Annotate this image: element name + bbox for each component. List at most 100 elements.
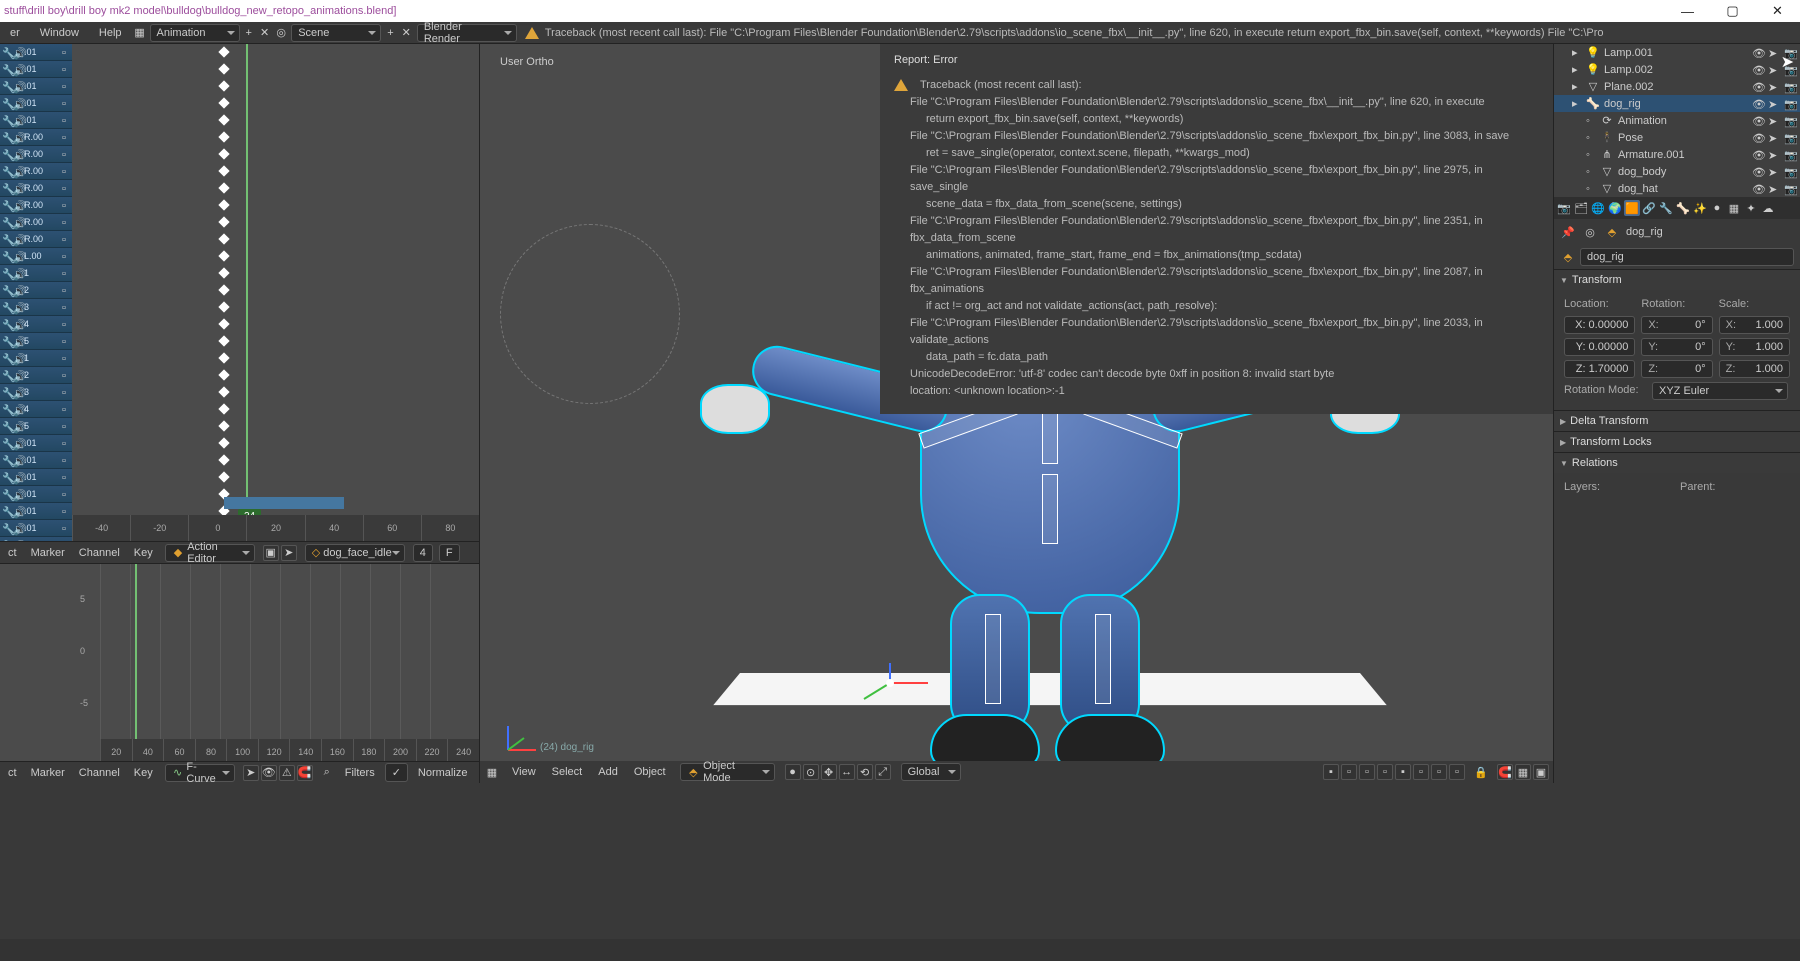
visible-icon[interactable]: 👁 bbox=[1752, 132, 1764, 144]
expand-icon[interactable]: ◦ bbox=[1586, 183, 1596, 195]
dopesheet-timeline-ruler[interactable]: -40-20020406080 bbox=[72, 515, 479, 541]
lock-camera-icon[interactable]: 🔒 bbox=[1473, 764, 1489, 780]
channel-row[interactable]: 🔧🔊.01▫ bbox=[0, 537, 72, 541]
mute-icon[interactable]: ▫ bbox=[62, 81, 72, 91]
graph-menu-key[interactable]: Key bbox=[130, 767, 157, 779]
mute-icon[interactable]: ▫ bbox=[62, 455, 72, 465]
panel-relations[interactable]: Relations bbox=[1554, 453, 1800, 473]
viewport-3d[interactable]: User Ortho bbox=[480, 44, 1554, 783]
mute-icon[interactable]: ▫ bbox=[62, 98, 72, 108]
keyframe[interactable] bbox=[218, 369, 229, 380]
visible-icon[interactable]: 👁 bbox=[1752, 183, 1764, 195]
manip-rotate-icon[interactable]: ⟲ bbox=[857, 764, 873, 780]
menu-help[interactable]: Help bbox=[89, 22, 132, 44]
graph-sel-only[interactable]: ➤ bbox=[243, 765, 259, 781]
channel-row[interactable]: 🔧🔊R.00▫ bbox=[0, 163, 72, 180]
outliner-item-Lamp.002[interactable]: ▸💡Lamp.002👁➤📷 bbox=[1554, 61, 1800, 78]
outliner-item-dog_hat[interactable]: ◦▽dog_hat👁➤📷 bbox=[1554, 180, 1800, 197]
keyframe[interactable] bbox=[218, 318, 229, 329]
pin-icon[interactable]: 📌 bbox=[1560, 224, 1576, 240]
breadcrumb-name[interactable]: dog_rig bbox=[1626, 226, 1663, 238]
select-icon[interactable]: ➤ bbox=[1768, 64, 1780, 76]
rot-y[interactable]: Y:0° bbox=[1641, 338, 1712, 356]
screen-layout-dropdown[interactable]: Animation bbox=[150, 24, 240, 42]
mute-icon[interactable]: ▫ bbox=[62, 370, 72, 380]
channel-row[interactable]: 🔧🔊1▫ bbox=[0, 265, 72, 282]
mute-icon[interactable]: ▫ bbox=[62, 489, 72, 499]
manip-translate-icon[interactable]: ↔ bbox=[839, 764, 855, 780]
dopesheet-area[interactable]: 🔧🔊.01▫🔧🔊.01▫🔧🔊.01▫🔧🔊.01▫🔧🔊.01▫🔧🔊R.00▫🔧🔊R… bbox=[0, 44, 479, 541]
tab-scene[interactable]: 🌐 bbox=[1590, 200, 1606, 216]
mute-icon[interactable]: ▫ bbox=[62, 302, 72, 312]
tab-modifiers[interactable]: 🔧 bbox=[1658, 200, 1674, 216]
mute-icon[interactable]: ▫ bbox=[62, 64, 72, 74]
panel-delta-transform[interactable]: Delta Transform bbox=[1554, 411, 1800, 431]
vp-menu-select[interactable]: Select bbox=[548, 766, 587, 778]
tab-object[interactable]: 🟧 bbox=[1624, 200, 1640, 216]
transform-orient-dropdown[interactable]: Global bbox=[901, 763, 961, 781]
keyframe[interactable] bbox=[218, 420, 229, 431]
outliner[interactable]: ▸💡Lamp.001👁➤📷▸💡Lamp.002👁➤📷▸▽Plane.002👁➤📷… bbox=[1554, 44, 1800, 197]
channel-row[interactable]: 🔧🔊4▫ bbox=[0, 401, 72, 418]
vp-menu-add[interactable]: Add bbox=[594, 766, 622, 778]
channel-row[interactable]: 🔧🔊.01▫ bbox=[0, 452, 72, 469]
graph-hidden[interactable]: 👁 bbox=[261, 765, 277, 781]
mute-icon[interactable]: ▫ bbox=[62, 336, 72, 346]
keyframe[interactable] bbox=[218, 148, 229, 159]
channel-row[interactable]: 🔧🔊.01▫ bbox=[0, 435, 72, 452]
manip-scale-icon[interactable]: ⤢ bbox=[875, 764, 891, 780]
tab-world[interactable]: 🌍 bbox=[1607, 200, 1623, 216]
channel-row[interactable]: 🔧🔊R.00▫ bbox=[0, 197, 72, 214]
scene-dropdown[interactable]: Scene bbox=[291, 24, 381, 42]
channel-row[interactable]: 🔧🔊.01▫ bbox=[0, 486, 72, 503]
channel-row[interactable]: 🔧🔊3▫ bbox=[0, 384, 72, 401]
visible-icon[interactable]: 👁 bbox=[1752, 166, 1764, 178]
rot-x[interactable]: X:0° bbox=[1641, 316, 1712, 334]
expand-icon[interactable]: ▸ bbox=[1572, 80, 1582, 93]
keyframe[interactable] bbox=[218, 284, 229, 295]
outliner-item-dog_rig[interactable]: ▸🦴dog_rig👁➤📷 bbox=[1554, 95, 1800, 112]
tab-data[interactable]: 🦴 bbox=[1675, 200, 1691, 216]
keyframe[interactable] bbox=[218, 437, 229, 448]
channel-row[interactable]: 🔧🔊L.00▫ bbox=[0, 248, 72, 265]
mute-icon[interactable]: ▫ bbox=[62, 149, 72, 159]
keyframe[interactable] bbox=[218, 335, 229, 346]
channel-row[interactable]: 🔧🔊R.00▫ bbox=[0, 214, 72, 231]
rotation-mode-dropdown[interactable]: XYZ Euler bbox=[1652, 382, 1788, 400]
visible-icon[interactable]: 👁 bbox=[1752, 47, 1764, 59]
tab-physics[interactable]: ☁ bbox=[1760, 200, 1776, 216]
action-selector[interactable]: ◇ dog_face_idle bbox=[305, 544, 405, 562]
expand-icon[interactable]: ▸ bbox=[1572, 63, 1582, 76]
loc-x[interactable]: X: 0.00000 bbox=[1564, 316, 1635, 334]
timeline-footer[interactable] bbox=[0, 939, 1800, 961]
select-icon[interactable]: ➤ bbox=[1768, 166, 1780, 178]
keyframe[interactable] bbox=[218, 250, 229, 261]
channel-row[interactable]: 🔧🔊.01▫ bbox=[0, 112, 72, 129]
select-icon[interactable]: ➤ bbox=[1768, 81, 1780, 93]
channel-row[interactable]: 🔧🔊2▫ bbox=[0, 367, 72, 384]
vp-menu-view[interactable]: View bbox=[508, 766, 540, 778]
render-icon[interactable]: 📷 bbox=[1784, 149, 1796, 161]
channel-row[interactable]: 🔧🔊R.00▫ bbox=[0, 231, 72, 248]
select-icon[interactable]: ➤ bbox=[1768, 98, 1780, 110]
scl-y[interactable]: Y:1.000 bbox=[1719, 338, 1790, 356]
mute-icon[interactable]: ▫ bbox=[62, 523, 72, 533]
vp-menu-object[interactable]: Object bbox=[630, 766, 670, 778]
keyframe[interactable] bbox=[218, 471, 229, 482]
graph-editor-area[interactable]: 5 0 -5 24 204060801001201401601802002202… bbox=[0, 563, 479, 761]
mute-icon[interactable]: ▫ bbox=[62, 47, 72, 57]
tab-bone[interactable]: ✨ bbox=[1692, 200, 1708, 216]
render-border-icon[interactable]: ▣ bbox=[1533, 764, 1549, 780]
layout-del[interactable]: ✕ bbox=[256, 26, 273, 39]
graph-filter-icon[interactable]: ⌕ bbox=[319, 765, 335, 781]
scene-add[interactable]: + bbox=[383, 27, 397, 39]
channel-row[interactable]: 🔧🔊1▫ bbox=[0, 350, 72, 367]
channel-row[interactable]: 🔧🔊.01▫ bbox=[0, 78, 72, 95]
tab-texture[interactable]: ▦ bbox=[1726, 200, 1742, 216]
channel-row[interactable]: 🔧🔊R.00▫ bbox=[0, 146, 72, 163]
keyframe[interactable] bbox=[218, 352, 229, 363]
keyframe[interactable] bbox=[218, 182, 229, 193]
render-icon[interactable]: 📷 bbox=[1784, 81, 1796, 93]
channel-row[interactable]: 🔧🔊5▫ bbox=[0, 418, 72, 435]
scl-z[interactable]: Z:1.000 bbox=[1719, 360, 1790, 378]
